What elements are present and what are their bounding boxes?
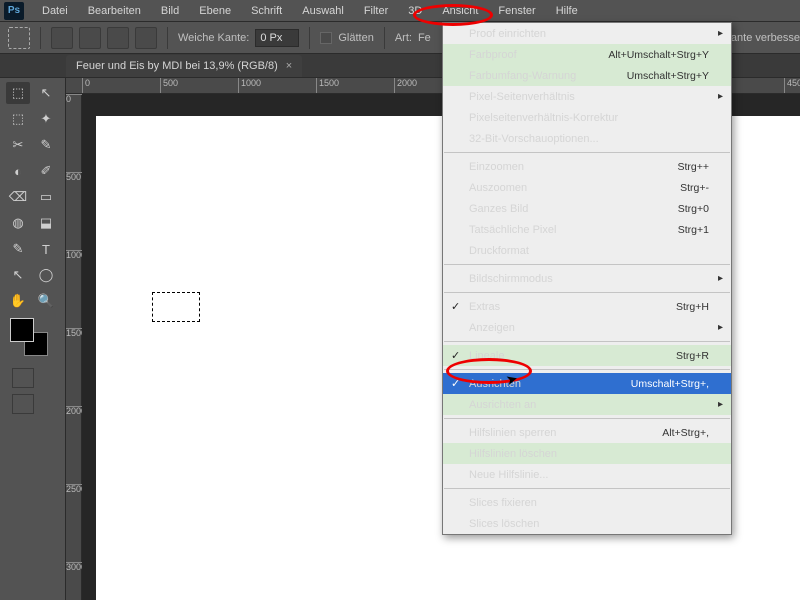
tool-1-0[interactable]: ⬚ [6,108,30,130]
menu-item[interactable]: Anzeigen [443,317,731,338]
screenmode-icon[interactable] [12,394,34,414]
tool-0-0[interactable]: ⬚ [6,82,30,104]
menu-bild[interactable]: Bild [151,2,189,20]
menu-item: Pixelseitenverhältnis-Korrektur [443,107,731,128]
menu-item[interactable]: Farbumfang-WarnungUmschalt+Strg+Y [443,65,731,86]
menu-auswahl[interactable]: Auswahl [292,2,354,20]
marquee-selection[interactable] [152,292,200,322]
menu-item[interactable]: AuszoomenStrg+- [443,177,731,198]
menubar: Ps Datei Bearbeiten Bild Ebene Schrift A… [0,0,800,22]
tool-0-1[interactable]: ↖ [34,82,58,104]
selection-intersect-icon[interactable] [135,27,157,49]
tool-5-0[interactable]: ◍ [6,212,30,234]
close-tab-icon[interactable]: × [286,60,292,72]
tool-preset-icon[interactable] [8,27,30,49]
menu-item[interactable]: Hilfslinien sperrenAlt+Strg+, [443,422,731,443]
tool-6-0[interactable]: ✎ [6,238,30,260]
menu-ebene[interactable]: Ebene [189,2,241,20]
quickmask-icon[interactable] [12,368,34,388]
document-title: Feuer und Eis by MDI bei 13,9% (RGB/8) [76,60,278,72]
menu-item[interactable]: AusrichtenUmschalt+Strg+, [443,373,731,394]
ruler-vertical[interactable]: 050010001500200025003000 [66,94,82,600]
menu-item[interactable]: Bildschirmmodus [443,268,731,289]
menu-datei[interactable]: Datei [32,2,78,20]
menu-hilfe[interactable]: Hilfe [546,2,588,20]
tool-5-1[interactable]: ⬓ [34,212,58,234]
document-tab[interactable]: Feuer und Eis by MDI bei 13,9% (RGB/8) × [66,55,302,77]
app-logo: Ps [4,2,24,20]
antialias-checkbox[interactable] [320,32,332,44]
art-value[interactable]: Fe [418,32,431,44]
menu-item: 32-Bit-Vorschauoptionen... [443,128,731,149]
menu-ansicht[interactable]: Ansicht [432,2,488,20]
refine-edge-label[interactable]: Kante verbesse [724,32,800,44]
view-menu-dropdown: Proof einrichtenFarbproofAlt+Umschalt+St… [442,22,732,535]
menu-item[interactable]: LinealeStrg+R [443,345,731,366]
menu-item[interactable]: Neue Hilfslinie... [443,464,731,485]
tool-6-1[interactable]: T [34,238,58,260]
menu-item[interactable]: Druckformat [443,240,731,261]
menu-filter[interactable]: Filter [354,2,398,20]
menu-item[interactable]: Slices fixieren [443,492,731,513]
menu-fenster[interactable]: Fenster [488,2,545,20]
selection-new-icon[interactable] [51,27,73,49]
menu-item: Hilfslinien löschen [443,443,731,464]
feather-label: Weiche Kante: [178,32,249,44]
tool-2-0[interactable]: ✂ [6,134,30,156]
tool-7-0[interactable]: ↖ [6,264,30,286]
tool-3-0[interactable]: ◐ [6,160,30,182]
menu-item[interactable]: Ausrichten an [443,394,731,415]
menu-item[interactable]: Ganzes BildStrg+0 [443,198,731,219]
tool-8-1[interactable]: 🔍 [34,290,58,312]
selection-add-icon[interactable] [79,27,101,49]
tool-4-1[interactable]: ▭ [34,186,58,208]
tool-1-1[interactable]: ✦ [34,108,58,130]
art-label: Art: [395,32,412,44]
tool-4-0[interactable]: ⌫ [6,186,30,208]
menu-item[interactable]: EinzoomenStrg++ [443,156,731,177]
color-swatches[interactable] [10,318,54,362]
selection-subtract-icon[interactable] [107,27,129,49]
menu-schrift[interactable]: Schrift [241,2,292,20]
tool-8-0[interactable]: ✋ [6,290,30,312]
menu-3d[interactable]: 3D [398,2,432,20]
menu-item[interactable]: Pixel-Seitenverhältnis [443,86,731,107]
menu-item[interactable]: ExtrasStrg+H [443,296,731,317]
toolbar: ⬚↖⬚✦✂✎◐✐⌫▭◍⬓✎T↖◯✋🔍 [0,78,66,600]
menu-item[interactable]: FarbproofAlt+Umschalt+Strg+Y [443,44,731,65]
tool-3-1[interactable]: ✐ [34,160,58,182]
tool-2-1[interactable]: ✎ [34,134,58,156]
menu-bearbeiten[interactable]: Bearbeiten [78,2,151,20]
menu-item: Slices löschen [443,513,731,534]
feather-field[interactable]: 0 Px [255,29,299,47]
antialias-label: Glätten [338,32,373,44]
tool-7-1[interactable]: ◯ [34,264,58,286]
menu-item[interactable]: Tatsächliche PixelStrg+1 [443,219,731,240]
menu-item[interactable]: Proof einrichten [443,23,731,44]
